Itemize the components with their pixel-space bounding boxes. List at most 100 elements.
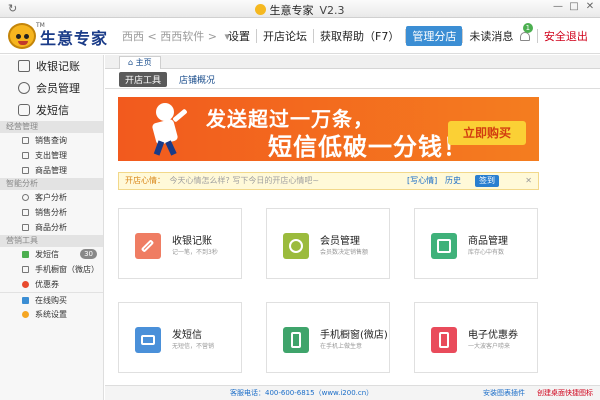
header: TM 生意专家 西西 < 西西软件 > ▾ 设置 开店论坛 获取帮助（F7） 管… (0, 18, 600, 54)
card-members[interactable]: 会员管理 会员数决定销售额 (266, 208, 390, 279)
sidebar-item-label: 会员管理 (36, 82, 80, 95)
goods-icon (431, 233, 457, 259)
tab-home[interactable]: ⌂ 主页 (119, 56, 161, 69)
signin-button[interactable]: 签到 (475, 175, 499, 187)
sidebar-item-send-sms[interactable]: 发短信 30 (0, 247, 103, 262)
card-subtitle: 记一笔，不到3秒 (172, 249, 218, 256)
history-link[interactable]: 历史 (445, 173, 461, 189)
unread-messages-label: 未读消息 (469, 30, 514, 43)
top-nav: 设置 开店论坛 获取帮助（F7） 管理分店 未读消息 1 安全退出 (222, 23, 594, 46)
maximize-icon[interactable]: □ (567, 1, 581, 15)
card-title: 电子优惠券 (468, 330, 518, 341)
tab-home-label: 主页 (135, 58, 152, 67)
card-subtitle: 在手机上做生意 (320, 343, 363, 350)
mood-input[interactable]: 今天心情怎么样? 写下今日的开店心情吧~ (170, 176, 320, 185)
coupon-icon (22, 281, 29, 288)
cart-icon (22, 296, 29, 304)
section-header-operations: 经营管理 (0, 121, 103, 133)
gear-icon (22, 311, 29, 318)
card-title: 发短信 (172, 330, 202, 341)
sidebar-item-expenses[interactable]: 支出管理 (0, 148, 103, 163)
nav-exit[interactable]: 安全退出 (538, 28, 594, 44)
sidebar-item-members[interactable]: 会员管理 (0, 77, 103, 99)
card-checkout[interactable]: 收银记账 记一笔，不到3秒 (118, 208, 242, 279)
sidebar-item-label: 商品管理 (35, 166, 67, 175)
bar-chart-icon (22, 224, 29, 231)
nav-unread-messages[interactable]: 未读消息 1 (463, 23, 537, 44)
close-icon[interactable]: ✕ (525, 173, 532, 189)
user-icon (18, 82, 30, 94)
sidebar-item-label: 销售查询 (35, 136, 67, 145)
card-title: 商品管理 (468, 236, 508, 247)
sidebar-item-label: 发短信 (35, 250, 59, 259)
tab-store-overview[interactable]: 店铺概况 (173, 72, 221, 87)
sidebar-item-mobile-store[interactable]: 手机橱窗（微店） (0, 262, 103, 277)
card-sms[interactable]: 发短信 无短信，不营销 (118, 302, 242, 373)
message-icon (22, 251, 29, 258)
card-subtitle: 库存心中有数 (468, 249, 505, 256)
tab-store-tools[interactable]: 开店工具 (119, 71, 168, 87)
nav-branch-management[interactable]: 管理分店 (406, 26, 463, 46)
nav-settings[interactable]: 设置 (222, 28, 256, 44)
sms-count-badge: 30 (80, 249, 97, 259)
minimize-icon[interactable]: — (551, 1, 565, 15)
close-icon[interactable]: ✕ (583, 1, 597, 15)
buy-now-button[interactable]: 立即购买 (448, 121, 526, 145)
search-icon (22, 137, 29, 144)
hotline: 客服电话：400-600-6815（www.i200.cn） (230, 389, 374, 397)
sidebar: 收银记账 会员管理 发短信 经营管理 销售查询 支出管理 商品管理 智能分析 客… (0, 55, 104, 400)
phone-icon (283, 327, 309, 353)
mascot-icon (8, 23, 36, 49)
home-icon: ⌂ (128, 58, 136, 67)
bell-icon: 1 (519, 23, 533, 42)
sidebar-item-sms[interactable]: 发短信 (0, 99, 103, 121)
chat-icon (18, 104, 30, 116)
chart-icon (22, 209, 29, 216)
sidebar-item-goods-analysis[interactable]: 商品分析 (0, 220, 103, 235)
tab-bar: ⌂ 主页 (105, 55, 600, 69)
cashier-icon (18, 60, 30, 72)
promo-banner[interactable]: 发送超过一万条， 短信低破一分钱！ 立即购买 (118, 97, 539, 161)
install-chart-plugin-link[interactable]: 安装图表插件 (483, 386, 525, 400)
sidebar-item-goods[interactable]: 商品管理 (0, 163, 103, 178)
running-man-icon (146, 103, 188, 156)
sidebar-item-label: 商品分析 (35, 223, 67, 232)
sidebar-item-system-settings[interactable]: 系统设置 (0, 307, 103, 322)
company-selector[interactable]: 西西 < 西西软件 > ▾ (122, 28, 230, 44)
nav-forum[interactable]: 开店论坛 (257, 28, 313, 44)
write-mood-link[interactable]: [写心情] (407, 173, 437, 189)
sidebar-item-sales-analysis[interactable]: 销售分析 (0, 205, 103, 220)
version-label: V2.3 (319, 4, 345, 17)
card-mobile-store[interactable]: 手机橱窗(微店) 在手机上做生意 (266, 302, 390, 373)
coupon-icon (431, 327, 457, 353)
nav-help[interactable]: 获取帮助（F7） (314, 28, 405, 44)
sidebar-item-sales-query[interactable]: 销售查询 (0, 133, 103, 148)
card-subtitle: 会员数决定销售额 (320, 249, 369, 256)
card-title: 手机橱窗(微店) (320, 330, 388, 341)
create-shortcut-link[interactable]: 创建桌面快捷图标 (537, 386, 593, 400)
sidebar-item-label: 系统设置 (35, 310, 67, 319)
mood-notice-bar: 开店心情： 今天心情怎么样? 写下今日的开店心情吧~ [写心情] 历史 签到 ✕ (118, 172, 539, 190)
sidebar-item-coupons[interactable]: 优惠券 (0, 277, 103, 292)
sidebar-item-label: 发短信 (36, 104, 69, 117)
logo-text: 生意专家 (40, 29, 109, 48)
members-icon (283, 233, 309, 259)
card-title: 收银记账 (172, 236, 212, 247)
card-coupons[interactable]: 电子优惠券 一大波客户唠来 (414, 302, 538, 373)
sidebar-item-customer-analysis[interactable]: 客户分析 (0, 190, 103, 205)
title-bar: ↻ 生意专家 V2.3 — □ ✕ (0, 0, 600, 18)
message-icon (135, 327, 161, 353)
sidebar-item-label: 销售分析 (35, 208, 67, 217)
main-content: ⌂ 主页 开店工具 店铺概况 发送超过一万条， 短信低破一分钱！ 立即购买 开店… (105, 55, 600, 385)
footer: 客服电话：400-600-6815（www.i200.cn） 安装图表插件 创建… (105, 385, 600, 400)
sidebar-item-online-purchase[interactable]: 在线购买 (0, 292, 103, 307)
card-goods[interactable]: 商品管理 库存心中有数 (414, 208, 538, 279)
sidebar-item-checkout[interactable]: 收银记账 (0, 55, 103, 77)
card-title: 会员管理 (320, 236, 360, 247)
grid-icon (22, 167, 29, 174)
unread-badge: 1 (522, 23, 533, 33)
sidebar-item-label: 收银记账 (36, 60, 80, 73)
sub-tabs: 开店工具 店铺概况 (119, 71, 227, 87)
logo: TM 生意专家 (8, 21, 108, 51)
section-header-analysis: 智能分析 (0, 178, 103, 190)
